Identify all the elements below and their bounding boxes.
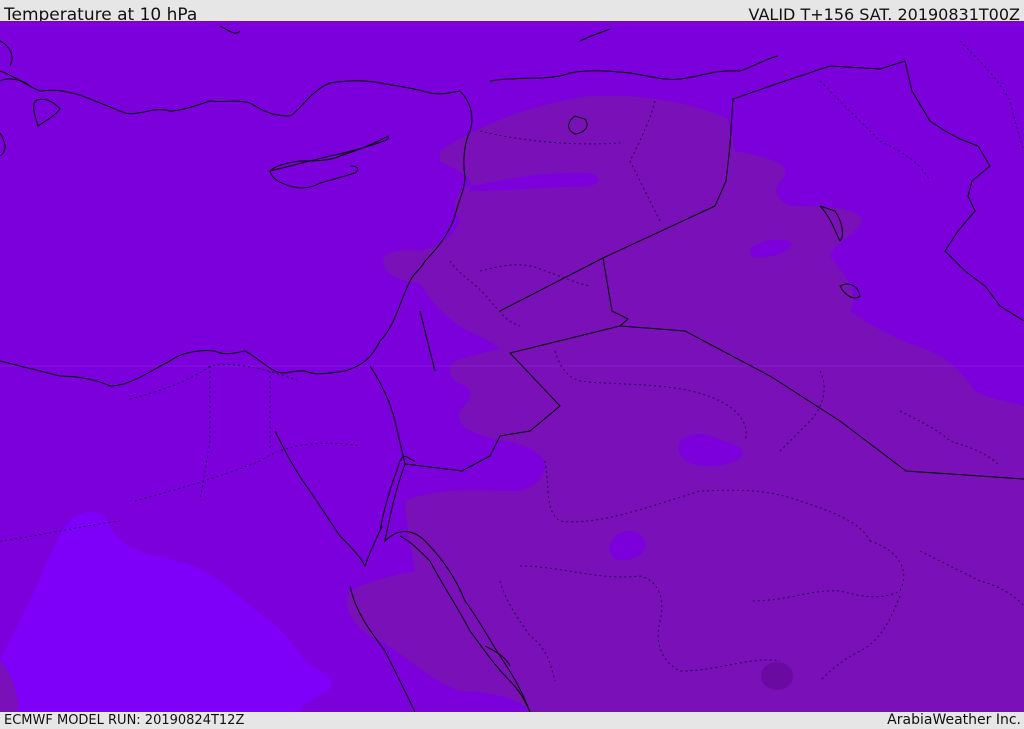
credit-label: ArabiaWeather Inc. xyxy=(887,712,1021,728)
field-spot-warm xyxy=(761,662,793,690)
footer-bar: ECMWF MODEL RUN: 20190824T12Z ArabiaWeat… xyxy=(0,712,1024,729)
map-area[interactable] xyxy=(0,21,1024,712)
model-run-label: ECMWF MODEL RUN: 20190824T12Z xyxy=(4,713,245,728)
temperature-field-map xyxy=(0,21,1024,712)
header-bar: Temperature at 10 hPa VALID T+156 SAT. 2… xyxy=(0,0,1024,25)
